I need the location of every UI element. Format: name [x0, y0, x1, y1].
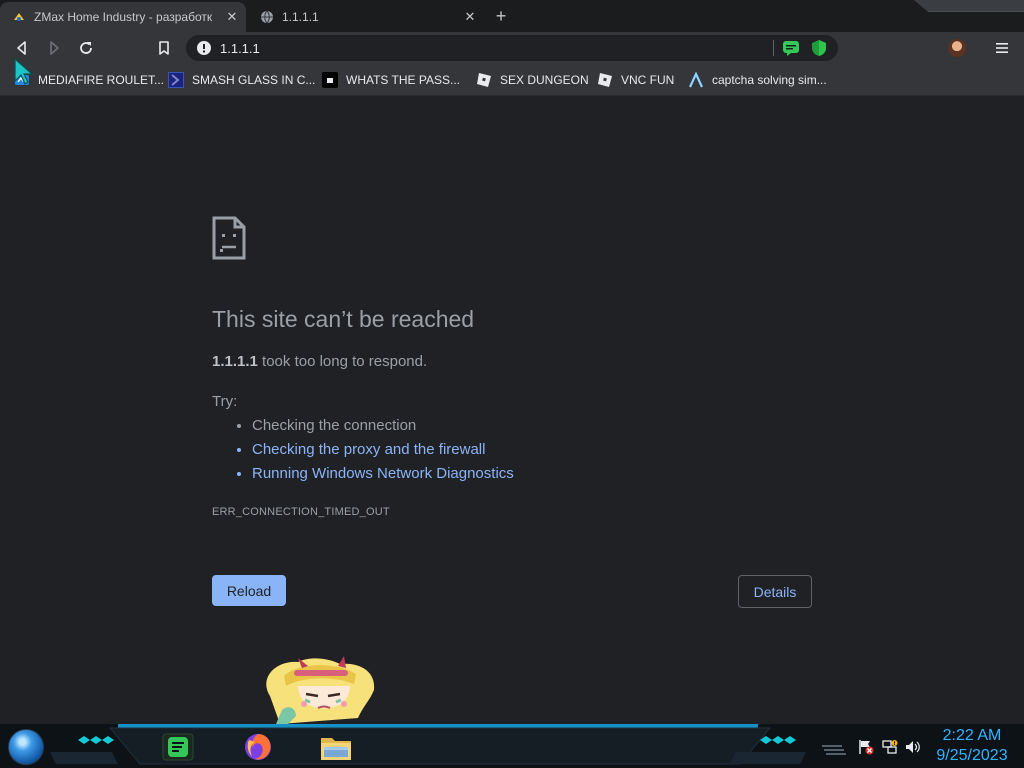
extension-chat-icon[interactable] — [782, 39, 800, 57]
action-center-flag-icon[interactable] — [858, 739, 874, 755]
try-label: Try: — [212, 393, 238, 410]
firefox-icon[interactable] — [242, 731, 274, 763]
menu-icon[interactable] — [992, 37, 1012, 59]
network-icon[interactable] — [882, 739, 898, 755]
bookmark-label: SEX DUNGEON — [500, 73, 589, 87]
new-tab-button[interactable]: + — [490, 5, 512, 27]
spotify-taskbar-button[interactable] — [162, 731, 194, 763]
volume-icon[interactable] — [905, 739, 921, 755]
tab-1-1-1-1[interactable]: 1.1.1.1 ✕ — [248, 2, 484, 32]
tab-strip: ZMax Home Industry - разработк ✕ 1.1.1.1… — [0, 0, 1024, 32]
roblox-icon — [597, 72, 613, 88]
roblox-icon — [476, 72, 492, 88]
browser-toolbar: 1.1.1.1 — [0, 32, 1024, 64]
details-button[interactable]: Details — [738, 575, 812, 608]
clock-time[interactable]: 2:22 AM — [940, 727, 1004, 745]
globe-icon — [260, 10, 274, 24]
bookmark-whats-the-pass[interactable]: WHATS THE PASS... — [322, 70, 460, 90]
suggestion-check-connection: Checking the connection — [252, 414, 514, 438]
lambda-icon — [688, 72, 704, 88]
start-button[interactable] — [8, 729, 44, 765]
bookmark-label: WHATS THE PASS... — [346, 73, 461, 87]
bookmark-mediafire[interactable]: MEDIAFIRE ROULET... — [14, 70, 164, 90]
bookmark-captcha[interactable]: captcha solving sim... — [688, 70, 827, 90]
arrow-bracket-icon — [168, 72, 184, 88]
error-host: 1.1.1.1 — [212, 353, 258, 370]
address-bar[interactable]: 1.1.1.1 — [186, 35, 838, 61]
cartoon-character-image — [266, 656, 375, 724]
profile-avatar[interactable] — [948, 39, 966, 57]
close-tab-icon[interactable]: ✕ — [224, 9, 240, 25]
bookmark-label: captcha solving sim... — [712, 73, 827, 87]
suggestions-list: Checking the connection Checking the pro… — [232, 414, 514, 486]
bookmark-label: SMASH GLASS IN C... — [192, 73, 316, 87]
omnibox-divider — [773, 40, 774, 56]
zmax-favicon-icon — [12, 10, 26, 24]
bookmark-sex-dungeon[interactable]: SEX DUNGEON — [476, 70, 589, 90]
error-page: This site can’t be reached 1.1.1.1 took … — [0, 96, 1024, 724]
bookmark-smash-glass[interactable]: SMASH GLASS IN C... — [168, 70, 315, 90]
bookmark-label: VNC FUN — [621, 73, 675, 87]
tab-title: ZMax Home Industry - разработк — [34, 10, 213, 24]
bookmark-vnc-fun[interactable]: VNC FUN — [597, 70, 674, 90]
dark-tile-icon — [322, 72, 338, 88]
reload-button[interactable]: Reload — [212, 575, 286, 606]
shield-icon[interactable] — [810, 39, 828, 57]
close-tab-icon[interactable]: ✕ — [462, 9, 478, 25]
clock-date[interactable]: 9/25/2023 — [932, 747, 1012, 765]
window-frame-decoration — [914, 0, 1024, 12]
tab-zmax[interactable]: ZMax Home Industry - разработк ✕ — [0, 2, 246, 32]
sad-page-icon — [212, 216, 246, 260]
error-title: This site can’t be reached — [212, 306, 475, 332]
file-explorer-icon[interactable] — [320, 731, 352, 763]
bookmark-icon[interactable] — [152, 36, 176, 60]
forward-button[interactable] — [42, 36, 66, 60]
error-message: took too long to respond. — [262, 353, 428, 370]
cursor-icon — [14, 57, 34, 85]
error-description: 1.1.1.1 took too long to respond. — [212, 353, 427, 370]
suggestion-network-diagnostics-link[interactable]: Running Windows Network Diagnostics — [252, 462, 514, 486]
url-text[interactable]: 1.1.1.1 — [220, 41, 773, 56]
not-secure-icon[interactable] — [196, 40, 212, 56]
bookmark-label: MEDIAFIRE ROULET... — [38, 73, 165, 87]
reload-toolbar-button[interactable] — [74, 36, 98, 60]
tab-title: 1.1.1.1 — [282, 10, 319, 24]
bookmarks-bar: MEDIAFIRE ROULET... SMASH GLASS IN C... … — [0, 64, 1024, 96]
taskbar: 2:22 AM 9/25/2023 — [0, 724, 1024, 768]
suggestion-check-proxy-link[interactable]: Checking the proxy and the firewall — [252, 438, 514, 462]
error-code: ERR_CONNECTION_TIMED_OUT — [212, 506, 390, 518]
